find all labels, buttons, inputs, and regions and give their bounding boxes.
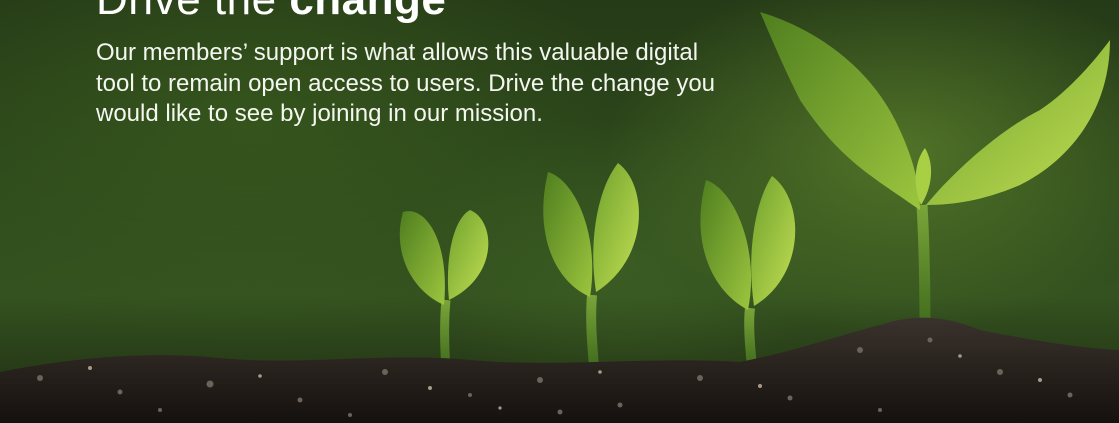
hero-banner: Drive the change Our members’ support is… xyxy=(0,0,1119,423)
seedling-small xyxy=(399,210,489,371)
seedling-medium-right xyxy=(700,176,796,369)
soil-ground xyxy=(0,317,1119,423)
seedling-medium-left xyxy=(543,163,639,369)
hero-description: Our members’ support is what allows this… xyxy=(96,39,716,127)
headline-light: Drive the xyxy=(96,0,277,24)
headline-bold: change xyxy=(289,0,446,24)
headline: Drive the change xyxy=(96,0,446,26)
seedling-tall xyxy=(760,12,1110,331)
